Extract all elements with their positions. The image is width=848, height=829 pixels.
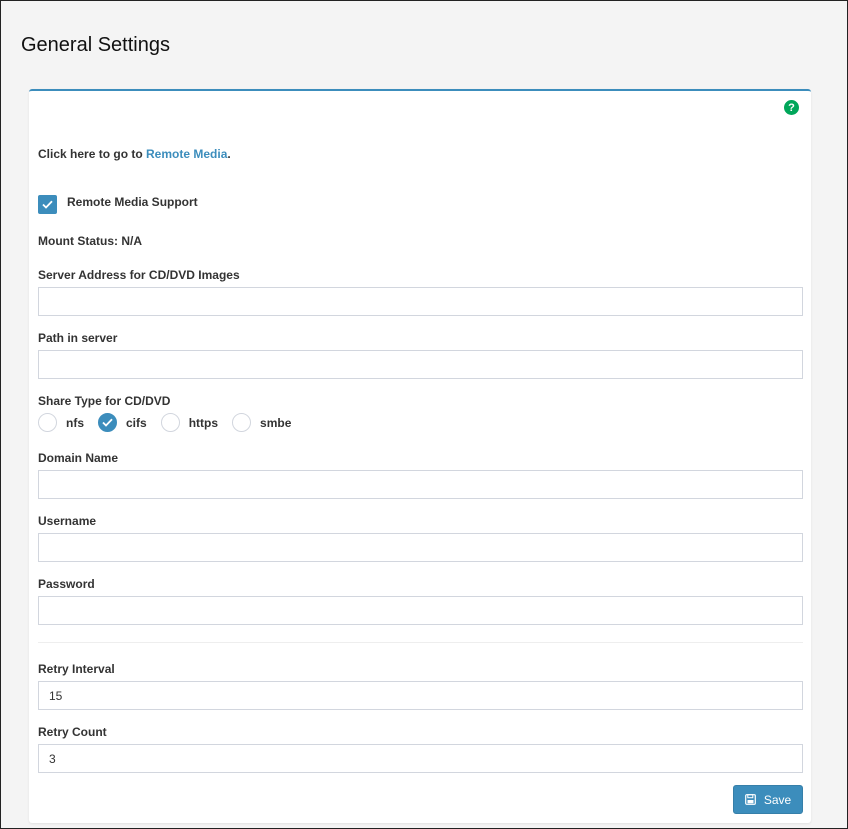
remote-media-support-checkbox[interactable] <box>38 195 57 214</box>
save-button-label: Save <box>763 792 792 807</box>
remote-media-link-line: Click here to go to Remote Media. <box>38 147 231 161</box>
share-type-radio-group: nfs cifs https smbe <box>38 413 305 432</box>
domain-name-input[interactable] <box>38 470 803 499</box>
section-divider <box>38 642 803 643</box>
retry-count-input[interactable] <box>38 744 803 773</box>
page-title: General Settings <box>21 34 170 56</box>
app-frame: General Settings ? Click here to go to R… <box>0 0 848 829</box>
domain-name-label: Domain Name <box>38 451 119 465</box>
radio-label-smbe: smbe <box>260 415 292 430</box>
server-address-input[interactable] <box>38 287 803 316</box>
password-input[interactable] <box>38 596 803 625</box>
radio-nfs[interactable] <box>38 413 57 432</box>
retry-count-label: Retry Count <box>38 725 107 739</box>
share-type-label: Share Type for CD/DVD <box>38 394 171 408</box>
path-in-server-input[interactable] <box>38 350 803 379</box>
remote-media-support-label: Remote Media Support <box>67 194 198 209</box>
radio-label-nfs: nfs <box>66 415 84 430</box>
password-label: Password <box>38 577 95 591</box>
remote-media-link[interactable]: Remote Media <box>146 147 227 161</box>
retry-interval-label: Retry Interval <box>38 662 115 676</box>
username-input[interactable] <box>38 533 803 562</box>
floppy-disk-icon <box>744 794 756 805</box>
mount-status: Mount Status: N/A <box>38 234 142 248</box>
retry-interval-input[interactable] <box>38 681 803 710</box>
check-icon <box>42 200 53 209</box>
radio-label-https: https <box>188 415 219 430</box>
radio-smbe[interactable] <box>232 413 252 432</box>
question-circle-icon[interactable]: ? <box>784 100 799 115</box>
link-prefix: Click here to go to <box>38 147 147 161</box>
path-in-server-label: Path in server <box>38 331 118 345</box>
settings-card: ? Click here to go to Remote Media. Remo… <box>29 89 811 823</box>
radio-cifs[interactable] <box>98 413 117 432</box>
username-label: Username <box>38 514 97 528</box>
save-button[interactable]: Save <box>733 785 803 814</box>
server-address-label: Server Address for CD/DVD Images <box>38 268 240 282</box>
link-suffix: . <box>227 147 231 161</box>
check-icon <box>102 418 113 427</box>
radio-https[interactable] <box>160 413 180 432</box>
remote-media-support-row: Remote Media Support <box>38 195 198 214</box>
radio-label-cifs: cifs <box>126 415 147 430</box>
